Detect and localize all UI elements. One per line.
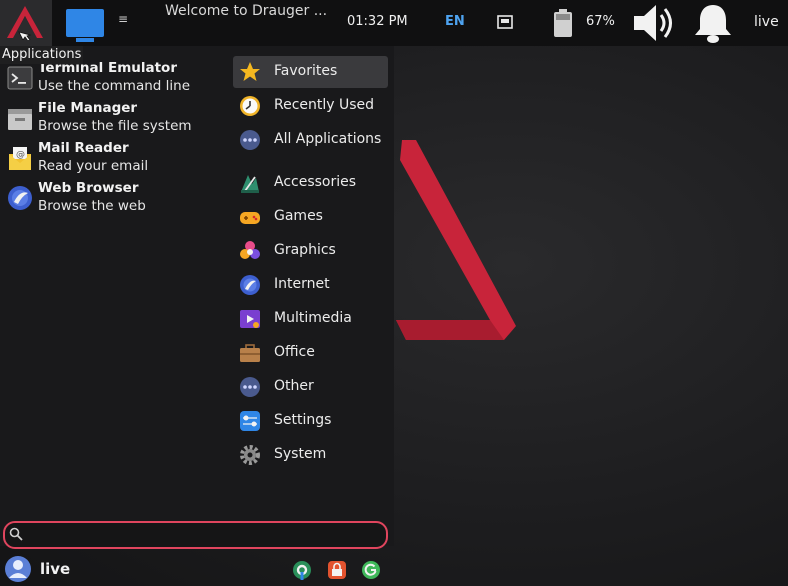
drauger-logo-icon — [396, 140, 516, 340]
applications-menu: Terminal Emulator Use the command line F… — [0, 46, 394, 582]
category-accessories[interactable]: Accessories — [233, 167, 388, 199]
battery-icon[interactable] — [553, 9, 573, 37]
favorite-name: Mail Reader — [38, 140, 129, 156]
network-icon[interactable] — [497, 15, 513, 29]
search-input[interactable] — [27, 525, 381, 545]
favorite-description: Browse the file system — [38, 118, 192, 134]
window-title[interactable]: Welcome to Drauger ... — [165, 3, 327, 19]
category-label: Graphics — [274, 242, 336, 258]
category-label: System — [274, 446, 327, 462]
category-label: Games — [274, 208, 323, 224]
clock[interactable]: 01:32 PM — [347, 14, 408, 29]
taskbar-more-button[interactable]: ≡ — [118, 12, 128, 26]
briefcase-icon — [240, 344, 260, 362]
multimedia-icon — [240, 310, 260, 328]
applications-tooltip: Applications — [0, 46, 84, 64]
menu-user-name: live — [40, 560, 71, 578]
drauger-menu-icon — [7, 6, 43, 40]
category-label: Recently Used — [274, 97, 375, 113]
category-recently-used[interactable]: Recently Used — [233, 90, 388, 122]
globe-icon — [8, 186, 32, 210]
battery-percentage: 67% — [586, 14, 615, 29]
category-favorites[interactable]: Favorites — [233, 56, 388, 88]
category-other[interactable]: Other — [233, 371, 388, 403]
favorite-item-terminal-emulator[interactable]: Terminal Emulator Use the command line — [4, 58, 224, 98]
category-graphics[interactable]: Graphics — [233, 235, 388, 267]
category-label: Office — [274, 344, 315, 360]
gamepad-icon — [240, 212, 260, 224]
keyboard-layout-indicator[interactable]: EN — [445, 14, 465, 29]
clock-icon — [240, 96, 260, 116]
dots-icon — [240, 377, 260, 397]
globe-icon — [240, 275, 260, 295]
mail-icon: @ — [9, 147, 31, 170]
category-all-applications[interactable]: All Applications — [233, 124, 388, 156]
favorite-item-mail-reader[interactable]: @ Mail Reader Read your email — [4, 138, 224, 178]
search-icon — [9, 527, 23, 541]
search-box[interactable] — [3, 521, 388, 549]
settings-manager-icon[interactable] — [292, 560, 312, 580]
favorite-description: Read your email — [38, 158, 149, 174]
folder-icon — [8, 109, 32, 130]
settings-icon — [240, 411, 260, 431]
category-label: Settings — [274, 412, 332, 428]
category-games[interactable]: Games — [233, 201, 388, 233]
star-icon — [240, 62, 260, 81]
applications-menu-button[interactable] — [0, 0, 52, 46]
favorite-item-web-browser[interactable]: Web Browser Browse the web — [4, 178, 224, 218]
category-label: All Applications — [274, 131, 382, 147]
dots-icon — [240, 130, 260, 150]
favorite-name: Web Browser — [38, 180, 139, 196]
favorite-name: File Manager — [38, 100, 138, 116]
top-panel: ≡ Welcome to Drauger ... 01:32 PM EN 67%… — [0, 0, 788, 46]
category-settings[interactable]: Settings — [233, 405, 388, 437]
category-label: Internet — [274, 276, 330, 292]
category-label: Accessories — [274, 174, 357, 190]
lock-screen-icon[interactable] — [327, 560, 347, 580]
graphics-icon — [240, 241, 260, 259]
category-system[interactable]: System — [233, 439, 388, 471]
svg-text:@: @ — [16, 150, 25, 160]
category-label: Favorites — [274, 63, 338, 79]
category-label: Other — [274, 378, 314, 394]
notifications-bell-icon[interactable] — [691, 2, 735, 44]
terminal-icon — [7, 66, 33, 90]
log-out-icon[interactable] — [361, 560, 381, 580]
category-internet[interactable]: Internet — [233, 269, 388, 301]
category-multimedia[interactable]: Multimedia — [233, 303, 388, 335]
favorite-description: Use the command line — [38, 78, 190, 94]
favorite-description: Browse the web — [38, 198, 146, 214]
user-avatar-icon — [5, 556, 31, 582]
panel-user-label[interactable]: live — [754, 14, 779, 30]
taskbar-window-button[interactable] — [66, 9, 104, 42]
favorite-item-file-manager[interactable]: File Manager Browse the file system — [4, 98, 224, 138]
category-office[interactable]: Office — [233, 337, 388, 369]
accessories-icon — [241, 175, 259, 193]
gear-icon — [240, 445, 260, 465]
category-label: Multimedia — [274, 310, 352, 326]
volume-icon[interactable] — [632, 2, 678, 44]
